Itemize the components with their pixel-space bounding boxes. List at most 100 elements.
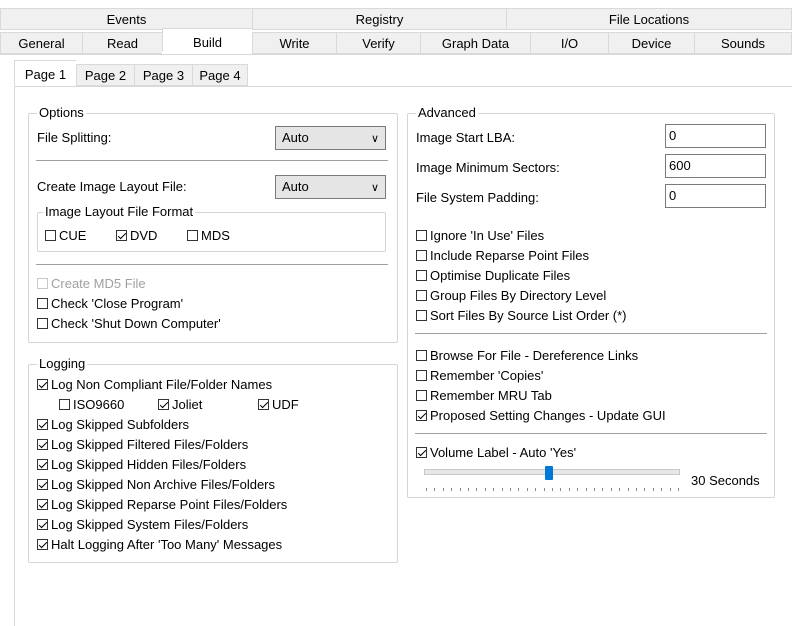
- sort-by-source-label: Sort Files By Source List Order (*): [430, 307, 627, 323]
- format-dvd-label: DVD: [130, 227, 158, 243]
- checkbox-box: [37, 438, 48, 450]
- format-dvd-checkbox[interactable]: DVD: [116, 226, 157, 244]
- logging-legend: Logging: [37, 356, 88, 372]
- min-sectors-label: Image Minimum Sectors:: [416, 160, 560, 175]
- slider-tick: [669, 488, 671, 491]
- remember-mru-checkbox[interactable]: Remember MRU Tab: [416, 386, 552, 404]
- check-shutdown-checkbox[interactable]: Check 'Shut Down Computer': [37, 314, 221, 332]
- halt-logging-label: Halt Logging After 'Too Many' Messages: [51, 536, 283, 552]
- slider-tick: [678, 488, 679, 491]
- tab-build[interactable]: Build: [162, 28, 252, 52]
- subtab-page-4[interactable]: Page 4: [192, 64, 248, 86]
- file-splitting-dropdown[interactable]: Auto ∨: [275, 126, 386, 150]
- log-reparse-checkbox[interactable]: Log Skipped Reparse Point Files/Folders: [37, 495, 287, 513]
- checkbox-box: [37, 498, 48, 510]
- ignore-in-use-label: Ignore 'In Use' Files: [430, 227, 545, 243]
- group-by-dir-checkbox[interactable]: Group Files By Directory Level: [416, 286, 606, 304]
- proposed-changes-checkbox[interactable]: Proposed Setting Changes - Update GUI: [416, 406, 666, 424]
- volume-label-slider-thumb[interactable]: [545, 466, 554, 480]
- browse-deref-checkbox[interactable]: Browse For File - Dereference Links: [416, 346, 638, 364]
- check-close-program-checkbox[interactable]: Check 'Close Program': [37, 294, 183, 312]
- subtab-row: Page 1 Page 2 Page 3 Page 4: [14, 60, 248, 86]
- tab-verify[interactable]: Verify: [336, 32, 420, 54]
- slider-tick: [627, 488, 629, 491]
- log-non-compliant-label: Log Non Compliant File/Folder Names: [51, 376, 273, 392]
- checkbox-box: [416, 446, 427, 458]
- checkbox-box: [37, 418, 48, 430]
- subtab-page-2[interactable]: Page 2: [76, 64, 134, 86]
- volume-label-auto-checkbox[interactable]: Volume Label - Auto 'Yes': [416, 443, 576, 461]
- min-sectors-input[interactable]: 600: [665, 154, 766, 178]
- log-joliet-checkbox[interactable]: Joliet: [158, 395, 202, 413]
- padding-label: File System Padding:: [416, 190, 539, 205]
- checkbox-box: [416, 389, 427, 401]
- remember-mru-label: Remember MRU Tab: [430, 387, 552, 403]
- checkbox-box: [416, 369, 427, 381]
- format-mds-label: MDS: [201, 227, 230, 243]
- slider-tick: [451, 488, 453, 491]
- slider-tick: [510, 488, 511, 491]
- format-cue-checkbox[interactable]: CUE: [45, 226, 86, 244]
- log-udf-checkbox[interactable]: UDF: [258, 395, 299, 413]
- log-udf-label: UDF: [272, 396, 299, 412]
- log-system-checkbox[interactable]: Log Skipped System Files/Folders: [37, 515, 248, 533]
- subtab-page-1[interactable]: Page 1: [14, 60, 76, 86]
- optimise-duplicate-checkbox[interactable]: Optimise Duplicate Files: [416, 266, 570, 284]
- checkbox-box: [45, 229, 56, 241]
- tab-registry[interactable]: Registry: [252, 8, 506, 30]
- slider-tick: [577, 488, 579, 491]
- log-non-compliant-checkbox[interactable]: Log Non Compliant File/Folder Names: [37, 375, 272, 393]
- slider-tick: [560, 488, 562, 491]
- slider-tick: [493, 488, 495, 491]
- check-shutdown-label: Check 'Shut Down Computer': [51, 315, 221, 331]
- slider-value-text: 30 Seconds: [691, 473, 760, 488]
- slider-tick: [501, 488, 503, 491]
- start-lba-input[interactable]: 0: [665, 124, 766, 148]
- tab-row-top: Events Registry File Locations: [0, 8, 792, 30]
- slider-tick: [434, 488, 436, 491]
- create-layout-dropdown[interactable]: Auto ∨: [275, 175, 386, 199]
- checkbox-box: [416, 409, 427, 421]
- tab-graph-data[interactable]: Graph Data: [420, 32, 530, 54]
- slider-tick: [518, 488, 520, 491]
- tab-write[interactable]: Write: [252, 32, 336, 54]
- create-md5-checkbox[interactable]: Create MD5 File: [37, 274, 146, 292]
- log-iso9660-checkbox[interactable]: ISO9660: [59, 395, 124, 413]
- separator: [415, 333, 767, 334]
- subtab-page-3[interactable]: Page 3: [134, 64, 192, 86]
- advanced-legend: Advanced: [416, 105, 478, 121]
- log-iso9660-label: ISO9660: [73, 396, 125, 412]
- slider-tick: [476, 488, 478, 491]
- format-mds-checkbox[interactable]: MDS: [187, 226, 230, 244]
- slider-tick: [644, 488, 646, 491]
- log-non-archive-checkbox[interactable]: Log Skipped Non Archive Files/Folders: [37, 475, 275, 493]
- chevron-down-icon: ∨: [370, 133, 379, 145]
- log-non-archive-label: Log Skipped Non Archive Files/Folders: [51, 476, 276, 492]
- separator: [36, 160, 388, 161]
- remember-copies-checkbox[interactable]: Remember 'Copies': [416, 366, 543, 384]
- slider-tick: [552, 488, 553, 491]
- log-subfolders-checkbox[interactable]: Log Skipped Subfolders: [37, 415, 189, 433]
- checkbox-box: [37, 317, 48, 329]
- tab-device[interactable]: Device: [608, 32, 694, 54]
- tab-io[interactable]: I/O: [530, 32, 608, 54]
- include-reparse-checkbox[interactable]: Include Reparse Point Files: [416, 246, 589, 264]
- log-hidden-checkbox[interactable]: Log Skipped Hidden Files/Folders: [37, 455, 246, 473]
- tab-read[interactable]: Read: [82, 32, 162, 54]
- log-filtered-label: Log Skipped Filtered Files/Folders: [51, 436, 249, 452]
- checkbox-box: [37, 297, 48, 309]
- tab-events[interactable]: Events: [0, 8, 252, 30]
- separator: [415, 433, 767, 434]
- tab-file-locations[interactable]: File Locations: [506, 8, 792, 30]
- halt-logging-checkbox[interactable]: Halt Logging After 'Too Many' Messages: [37, 535, 282, 553]
- tab-general[interactable]: General: [0, 32, 82, 54]
- checkbox-box: [59, 398, 70, 410]
- padding-input[interactable]: 0: [665, 184, 766, 208]
- sort-by-source-checkbox[interactable]: Sort Files By Source List Order (*): [416, 306, 627, 324]
- tab-sounds[interactable]: Sounds: [694, 32, 792, 54]
- log-system-label: Log Skipped System Files/Folders: [51, 516, 249, 532]
- ignore-in-use-checkbox[interactable]: Ignore 'In Use' Files: [416, 226, 544, 244]
- proposed-changes-label: Proposed Setting Changes - Update GUI: [430, 407, 666, 423]
- log-filtered-checkbox[interactable]: Log Skipped Filtered Files/Folders: [37, 435, 248, 453]
- checkbox-box: [37, 518, 48, 530]
